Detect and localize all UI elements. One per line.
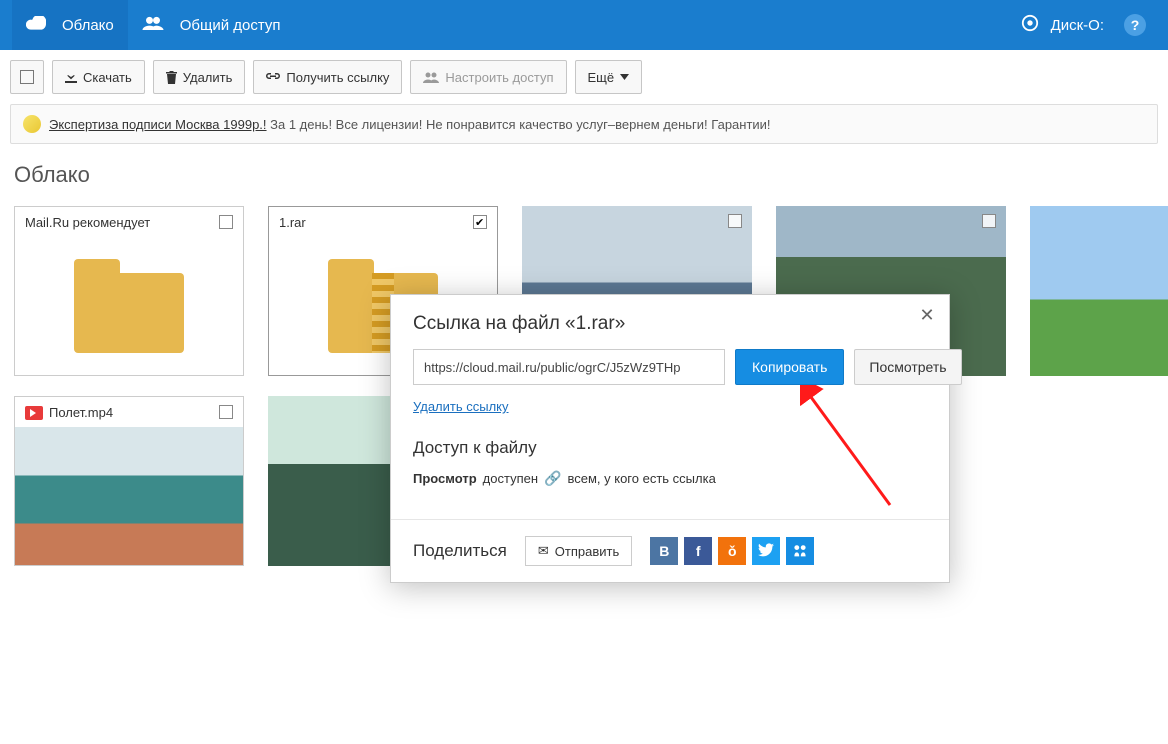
share-ok-button[interactable]: ǒ xyxy=(718,537,746,565)
mailru-icon xyxy=(792,543,808,560)
configure-access-label: Настроить доступ xyxy=(445,70,553,85)
people-icon xyxy=(142,16,172,34)
tile-thumb xyxy=(15,427,243,565)
tile-checkbox[interactable] xyxy=(219,215,233,229)
tile-thumb xyxy=(1030,206,1168,376)
access-status: доступен xyxy=(483,471,538,486)
video-icon xyxy=(25,406,43,420)
tile-photo[interactable] xyxy=(1030,206,1168,376)
get-link-label: Получить ссылку xyxy=(286,70,389,85)
view-button[interactable]: Посмотреть xyxy=(854,349,961,385)
tile-checkbox[interactable] xyxy=(982,214,996,228)
share-url-input[interactable] xyxy=(413,349,725,385)
social-icons: B f ǒ xyxy=(650,537,814,565)
share-tw-button[interactable] xyxy=(752,537,780,565)
share-link-dialog: ✕ Ссылка на файл «1.rar» Копировать Посм… xyxy=(390,294,950,583)
more-label: Ещё xyxy=(588,70,615,85)
twitter-icon xyxy=(758,543,774,560)
ad-icon xyxy=(23,115,41,133)
folder-icon xyxy=(74,273,184,353)
chevron-down-icon xyxy=(620,74,629,80)
access-line: Просмотр доступен 🔗 всем, у кого есть сс… xyxy=(413,470,927,487)
trash-icon xyxy=(166,71,177,84)
tile-folder-recommends[interactable]: Mail.Ru рекомендует xyxy=(14,206,244,376)
send-email-button[interactable]: ✉ Отправить xyxy=(525,536,632,566)
disk-o-label: Диск-О: xyxy=(1051,17,1104,34)
tile-label-text: Полет.mp4 xyxy=(49,405,113,420)
select-all-checkbox[interactable] xyxy=(10,60,44,94)
ad-banner[interactable]: Экспертиза подписи Москва 1999р.! За 1 д… xyxy=(10,104,1158,144)
access-label: Просмотр xyxy=(413,471,477,486)
more-button[interactable]: Ещё xyxy=(575,60,643,94)
download-label: Скачать xyxy=(83,70,132,85)
tab-cloud[interactable]: Облако xyxy=(12,0,128,50)
get-link-button[interactable]: Получить ссылку xyxy=(253,60,402,94)
share-fb-button[interactable]: f xyxy=(684,537,712,565)
access-who: всем, у кого есть ссылка xyxy=(567,471,715,486)
ad-link[interactable]: Экспертиза подписи Москва 1999р.! xyxy=(49,117,267,132)
ad-text: Экспертиза подписи Москва 1999р.! За 1 д… xyxy=(49,117,771,132)
download-icon xyxy=(65,71,77,83)
cloud-icon xyxy=(26,16,54,34)
tile-label: 1.rar xyxy=(279,215,306,230)
share-row: Поделиться ✉ Отправить B f ǒ xyxy=(391,519,949,582)
tile-checkbox[interactable] xyxy=(473,215,487,229)
ok-icon: ǒ xyxy=(728,543,737,559)
link-small-icon: 🔗 xyxy=(544,470,561,487)
dialog-title-prefix: Ссылка на файл « xyxy=(413,313,576,334)
mail-icon: ✉ xyxy=(538,543,549,559)
tab-cloud-label: Облако xyxy=(62,17,114,34)
facebook-icon: f xyxy=(696,543,701,559)
download-button[interactable]: Скачать xyxy=(52,60,145,94)
link-icon xyxy=(266,71,280,83)
disk-o-link[interactable]: Диск-О: xyxy=(1011,14,1114,36)
page-title: Облако xyxy=(10,144,1158,206)
tile-checkbox[interactable] xyxy=(219,405,233,419)
access-heading: Доступ к файлу xyxy=(413,438,927,458)
top-nav: Облако Общий доступ Диск-О: ? xyxy=(0,0,1168,50)
share-heading: Поделиться xyxy=(413,541,507,561)
send-label: Отправить xyxy=(555,544,619,559)
help-button[interactable]: ? xyxy=(1114,14,1156,36)
share-mailru-button[interactable] xyxy=(786,537,814,565)
tab-shared-label: Общий доступ xyxy=(180,17,281,34)
close-button[interactable]: ✕ xyxy=(915,303,939,327)
delete-label: Удалить xyxy=(183,70,233,85)
ad-rest: За 1 день! Все лицензии! Не понравится к… xyxy=(267,117,771,132)
tile-thumb xyxy=(15,237,243,375)
dialog-title: Ссылка на файл «1.rar» xyxy=(413,313,927,335)
tile-label: Полет.mp4 xyxy=(25,405,113,420)
people-small-icon xyxy=(423,72,439,83)
tile-label: Mail.Ru рекомендует xyxy=(25,215,150,230)
checkbox-icon xyxy=(20,70,34,84)
configure-access-button[interactable]: Настроить доступ xyxy=(410,60,566,94)
vk-icon: B xyxy=(659,543,669,559)
share-vk-button[interactable]: B xyxy=(650,537,678,565)
tab-shared[interactable]: Общий доступ xyxy=(128,0,295,50)
close-icon: ✕ xyxy=(919,305,934,326)
help-icon: ? xyxy=(1124,14,1146,36)
tile-video-polet[interactable]: Полет.mp4 xyxy=(14,396,244,566)
delete-button[interactable]: Удалить xyxy=(153,60,246,94)
tile-checkbox[interactable] xyxy=(728,214,742,228)
delete-link-action[interactable]: Удалить ссылку xyxy=(413,399,509,414)
dialog-title-suffix: » xyxy=(615,313,626,334)
copy-button[interactable]: Копировать xyxy=(735,349,844,385)
dialog-title-file: 1.rar xyxy=(576,313,615,334)
action-toolbar: Скачать Удалить Получить ссылку Настроит… xyxy=(10,50,1158,104)
disk-o-icon xyxy=(1021,14,1045,36)
